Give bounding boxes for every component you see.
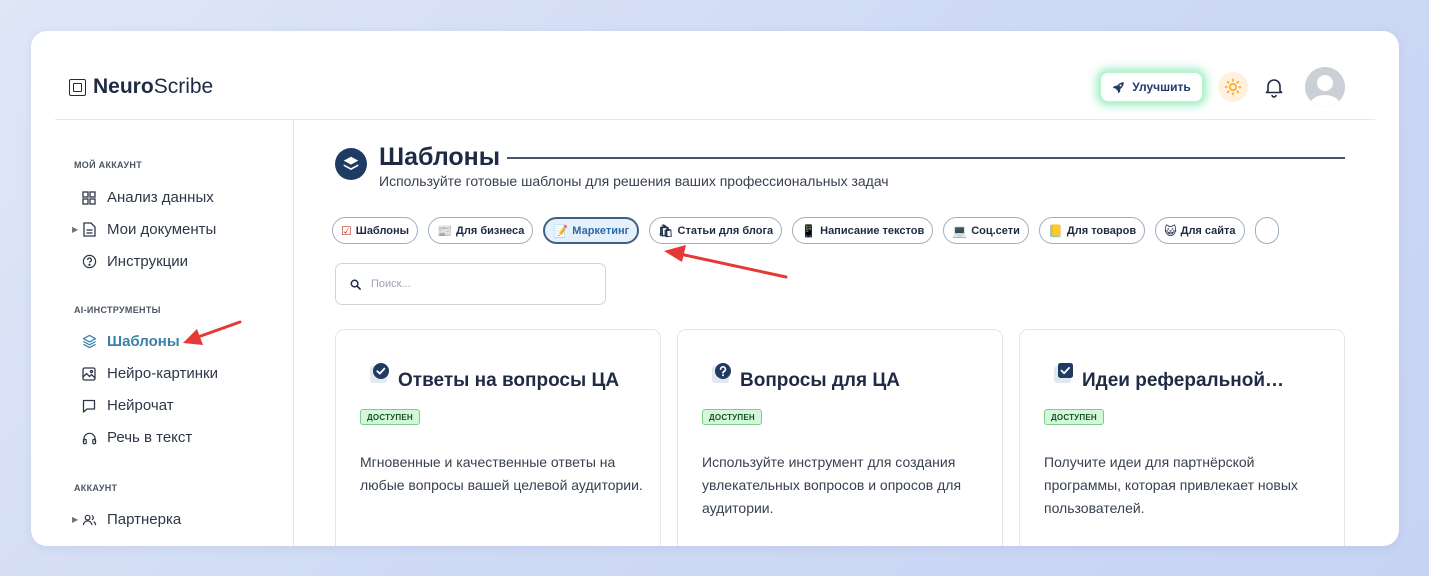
- sidebar-item-label: Шаблоны: [107, 333, 180, 350]
- chip-emoji: 😺: [1164, 223, 1177, 238]
- sidebar-item-label: Мои документы: [107, 221, 217, 238]
- sidebar-item-label: Анализ данных: [107, 189, 214, 206]
- check-badge-icon: [370, 363, 389, 383]
- image-icon: [81, 366, 97, 382]
- chip-blog-articles[interactable]: 🛍 Статьи для блога: [649, 217, 783, 244]
- card-title: Вопросы для ЦА: [740, 370, 900, 391]
- brand-logo[interactable]: NeuroScribe: [69, 75, 213, 99]
- question-badge-icon: [712, 363, 731, 383]
- sidebar-item-neurochat[interactable]: Нейрочат: [81, 397, 174, 414]
- sidebar-item-data-analysis[interactable]: Анализ данных: [81, 189, 214, 206]
- brand-regular: Scribe: [153, 75, 214, 98]
- help-icon: [81, 254, 97, 270]
- section-my-account: МОЙ АККАУНТ: [74, 160, 143, 170]
- chip-emoji: 📱: [801, 223, 817, 238]
- search-box[interactable]: [335, 263, 606, 305]
- grid-icon: [81, 190, 97, 206]
- top-header: NeuroScribe Улучшить: [31, 31, 1399, 120]
- chip-marketing[interactable]: 📝 Маркетинг: [543, 217, 640, 244]
- bell-icon[interactable]: [1262, 75, 1286, 99]
- chip-writing[interactable]: 📱 Написание текстов: [792, 217, 934, 244]
- search-input[interactable]: [371, 278, 571, 290]
- chip-label: Для товаров: [1066, 224, 1137, 237]
- upgrade-label: Улучшить: [1132, 80, 1191, 94]
- title-divider: [507, 157, 1345, 159]
- sidebar-item-my-documents[interactable]: ▶ Мои документы: [72, 221, 217, 238]
- checkbox-icon: [1054, 363, 1073, 383]
- card-title: Ответы на вопросы ЦА: [398, 370, 620, 391]
- sidebar-item-label: Речь в текст: [107, 429, 193, 446]
- sun-icon: [1224, 78, 1242, 96]
- sidebar-item-templates[interactable]: Шаблоны: [81, 333, 180, 350]
- chip-business[interactable]: 📰 Для бизнеса: [428, 217, 534, 244]
- chip-more[interactable]: [1254, 217, 1279, 244]
- avatar[interactable]: [1305, 67, 1345, 107]
- status-badge: ДОСТУПЕН: [360, 409, 420, 425]
- chip-emoji: 📝: [553, 223, 569, 238]
- expand-caret-icon[interactable]: ▶: [72, 515, 78, 524]
- layers-icon: [335, 148, 367, 180]
- headphones-icon: [81, 430, 97, 446]
- chip-social[interactable]: 💻 Соц.сети: [943, 217, 1029, 244]
- chip-emoji: 🛍: [658, 223, 674, 238]
- sidebar-item-neuro-images[interactable]: Нейро-картинки: [81, 365, 218, 382]
- card-description: Получите идеи для партнёрской программы,…: [1044, 454, 1298, 516]
- sidebar-item-label: Партнерка: [107, 511, 182, 528]
- chip-label: Соц.сети: [971, 224, 1020, 237]
- app-window: NeuroScribe Улучшить МОЙ АККАУНТ Анализ …: [31, 31, 1399, 546]
- main-content: Шаблоны Используйте готовые шаблоны для …: [295, 120, 1399, 546]
- card-description: Мгновенные и качественные ответы на любы…: [360, 454, 643, 493]
- section-ai-tools: AI-ИНСТРУМЕНТЫ: [74, 305, 161, 315]
- upgrade-button[interactable]: Улучшить: [1099, 71, 1204, 103]
- chip-label: Для сайта: [1180, 224, 1236, 237]
- page-title: Шаблоны: [379, 143, 501, 171]
- user-silhouette-icon: [1305, 67, 1345, 107]
- section-account: АККАУНТ: [74, 483, 118, 493]
- users-icon: [81, 512, 97, 528]
- chip-label: Статьи для блога: [677, 224, 774, 237]
- sidebar-item-label: Инструкции: [107, 253, 189, 270]
- category-chips: ☑ Шаблоны 📰 Для бизнеса 📝 Маркетинг 🛍 Ст…: [332, 217, 1279, 244]
- chip-label: Маркетинг: [572, 224, 630, 237]
- search-icon: [350, 279, 361, 290]
- chip-emoji: 💻: [952, 223, 968, 238]
- layers-icon: [81, 334, 97, 350]
- template-card-audience-answers[interactable]: Ответы на вопросы ЦА ДОСТУПЕН Мгновенные…: [335, 329, 661, 546]
- template-card-audience-questions[interactable]: Вопросы для ЦА ДОСТУПЕН Используйте инст…: [677, 329, 1003, 546]
- sidebar-item-partners[interactable]: ▶ Партнерка: [72, 511, 182, 528]
- chat-icon: [81, 398, 97, 414]
- chip-emoji: 📒: [1047, 223, 1063, 238]
- chip-label: Написание текстов: [820, 224, 925, 237]
- sidebar-item-label: Нейрочат: [107, 397, 174, 414]
- status-badge: ДОСТУПЕН: [702, 409, 762, 425]
- theme-toggle[interactable]: [1218, 72, 1248, 102]
- expand-caret-icon[interactable]: ▶: [72, 225, 78, 234]
- sidebar-item-label: Нейро-картинки: [107, 365, 218, 382]
- brand-bold: Neuro: [93, 75, 154, 98]
- page-subtitle: Используйте готовые шаблоны для решения …: [379, 173, 889, 189]
- chip-emoji: ☑: [341, 223, 352, 238]
- chip-label: Для бизнеса: [456, 224, 525, 237]
- sidebar-item-instructions[interactable]: Инструкции: [81, 253, 188, 270]
- status-badge: ДОСТУПЕН: [1044, 409, 1104, 425]
- sidebar-item-speech-to-text[interactable]: Речь в текст: [81, 429, 192, 446]
- chip-templates[interactable]: ☑ Шаблоны: [332, 217, 419, 244]
- template-card-referral-ideas[interactable]: Идеи реферальной… ДОСТУПЕН Получите идеи…: [1019, 329, 1345, 546]
- document-icon: [81, 222, 97, 238]
- sidebar: МОЙ АККАУНТ Анализ данных ▶ Мои документ…: [31, 120, 294, 546]
- chip-products[interactable]: 📒 Для товаров: [1038, 217, 1146, 244]
- rocket-icon: [1113, 81, 1125, 93]
- card-description: Используйте инструмент для создания увле…: [702, 454, 962, 516]
- chip-label: Шаблоны: [355, 224, 410, 237]
- chip-website[interactable]: 😺 Для сайта: [1155, 217, 1245, 244]
- card-title: Идеи реферальной…: [1082, 370, 1285, 391]
- chip-emoji: 📰: [437, 223, 453, 238]
- logo-icon: [69, 78, 86, 96]
